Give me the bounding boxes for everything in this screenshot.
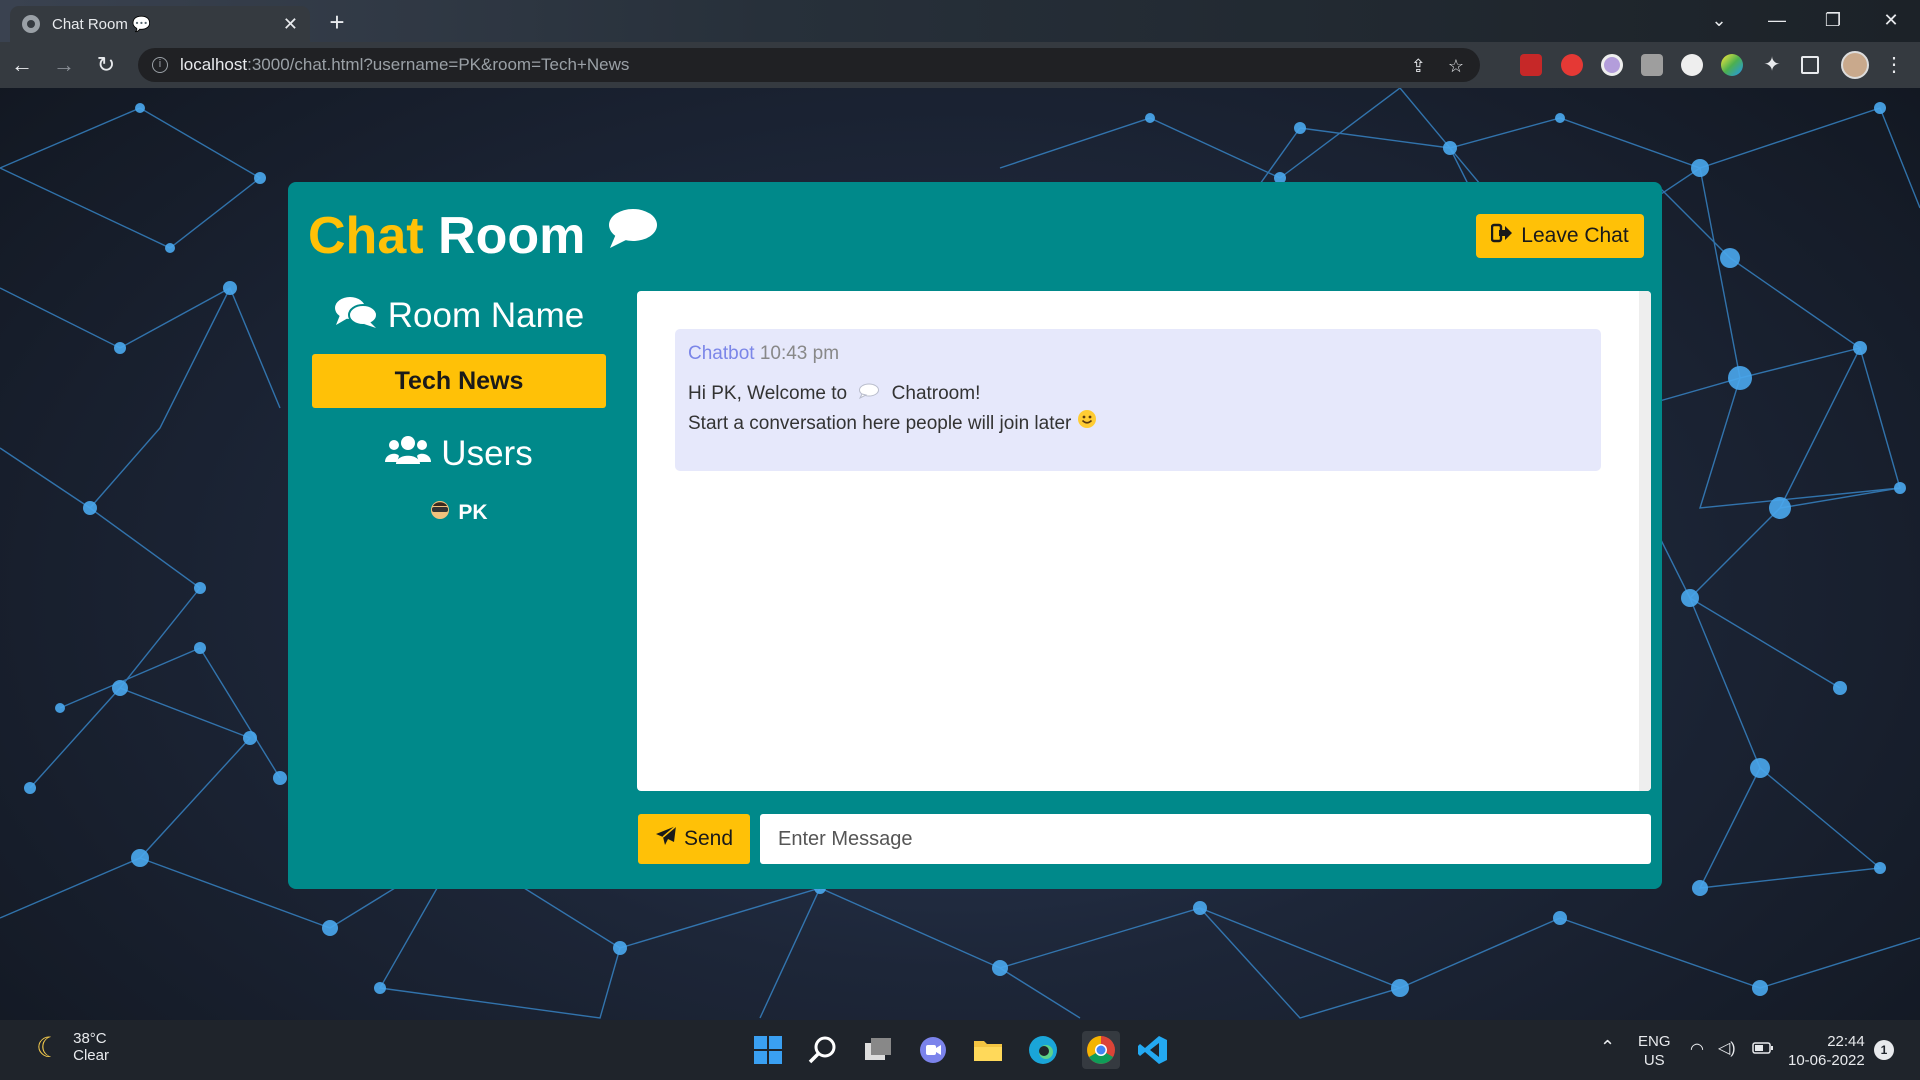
message-sender: Chatbot: [688, 343, 755, 364]
sign-out-icon: [1491, 223, 1513, 249]
user-list-item: PK: [312, 500, 606, 526]
leave-chat-button[interactable]: Leave Chat: [1476, 214, 1644, 258]
app-title-word-1: Chat: [308, 207, 424, 265]
edge-browser-icon[interactable]: [1027, 1034, 1059, 1066]
url-host: localhost: [180, 55, 248, 74]
language-code: ENG: [1638, 1033, 1671, 1050]
tab-search-icon[interactable]: ⌄: [1690, 0, 1748, 42]
minimize-button[interactable]: —: [1748, 0, 1806, 42]
users-heading-label: Users: [441, 434, 533, 473]
side-panel-icon[interactable]: [1801, 56, 1819, 74]
speech-bubble-emoji-icon: [858, 379, 880, 409]
leave-chat-label: Leave Chat: [1521, 224, 1629, 247]
clock-date: 10-06-2022: [1788, 1052, 1865, 1069]
extension-icon[interactable]: [1520, 54, 1542, 76]
extension-icon[interactable]: [1561, 54, 1583, 76]
close-window-button[interactable]: ✕: [1862, 0, 1920, 42]
site-info-icon[interactable]: i: [152, 57, 168, 73]
teams-chat-icon[interactable]: [917, 1034, 949, 1066]
user-name: PK: [458, 501, 488, 524]
room-name-heading: Room Name: [312, 292, 606, 340]
new-tab-button[interactable]: +: [320, 8, 354, 38]
puzzle-extensions-icon[interactable]: ✦: [1761, 54, 1783, 76]
chevron-up-icon[interactable]: ⌃: [1600, 1038, 1615, 1057]
chat-form: Send: [638, 814, 1651, 864]
paper-plane-icon: [655, 825, 677, 853]
bookmark-star-icon[interactable]: ☆: [1448, 56, 1464, 77]
room-name-value: Tech News: [312, 354, 606, 408]
users-icon: [385, 434, 432, 475]
send-button[interactable]: Send: [638, 814, 750, 864]
message-meta: Chatbot 10:43 pm: [688, 343, 1588, 365]
chat-messages[interactable]: Chatbot 10:43 pm Hi PK, Welcome to Chatr…: [637, 291, 1651, 791]
task-view-icon[interactable]: [862, 1034, 894, 1066]
room-name-heading-label: Room Name: [387, 296, 585, 335]
globe-icon: [22, 15, 40, 33]
comments-icon: [334, 295, 378, 338]
chrome-browser-icon[interactable]: [1082, 1031, 1120, 1069]
restore-button[interactable]: ❐: [1804, 0, 1862, 42]
file-explorer-icon[interactable]: [972, 1034, 1004, 1066]
vscode-icon[interactable]: [1137, 1034, 1169, 1066]
message-line-1-start: Hi PK, Welcome to: [688, 383, 848, 405]
close-tab-icon[interactable]: ✕: [283, 14, 298, 35]
message-item: Chatbot 10:43 pm Hi PK, Welcome to Chatr…: [675, 329, 1601, 471]
back-button[interactable]: ←: [2, 45, 42, 85]
message-text: Hi PK, Welcome to Chatroom! Start a conv…: [688, 379, 1588, 439]
send-label: Send: [683, 827, 734, 850]
menu-kebab-icon[interactable]: ⋮: [1883, 54, 1905, 76]
users-heading: Users: [312, 430, 606, 478]
weather-widget[interactable]: ☾ 38°C Clear: [36, 1030, 109, 1064]
battery-icon[interactable]: [1752, 1041, 1774, 1060]
message-line-2: Start a conversation here people will jo…: [688, 413, 1072, 435]
app-title: Chat Room: [308, 206, 660, 269]
tab-title: Chat Room 💬: [52, 16, 151, 33]
browser-tab[interactable]: Chat Room 💬 ✕: [10, 6, 310, 42]
moon-icon: ☾: [36, 1031, 62, 1063]
user-avatar-icon: [430, 500, 450, 526]
extension-icon[interactable]: [1721, 54, 1743, 76]
message-line-1-end: Chatroom!: [891, 383, 981, 405]
address-bar[interactable]: i localhost :3000/chat.html?username=PK&…: [138, 48, 1480, 82]
extension-icon[interactable]: [1681, 54, 1703, 76]
message-time: 10:43 pm: [759, 343, 840, 364]
app-title-word-2: Room: [438, 207, 586, 265]
weather-condition: Clear: [73, 1047, 109, 1064]
windows-start-icon[interactable]: [752, 1034, 784, 1066]
windows-taskbar: ☾ 38°C Clear ⌃ ENG US ◠ ◁) 22:44 10-06-2…: [0, 1020, 1920, 1080]
smiley-emoji-icon: [1077, 409, 1097, 439]
share-icon[interactable]: ⇪: [1411, 56, 1426, 77]
clock[interactable]: 22:44 10-06-2022: [1788, 1032, 1865, 1070]
weather-temperature: 38°C: [73, 1030, 107, 1047]
messages-scrollbar[interactable]: [1639, 291, 1651, 791]
forward-button[interactable]: →: [44, 45, 84, 85]
reload-button[interactable]: ↻: [86, 45, 126, 85]
search-icon[interactable]: [807, 1034, 839, 1066]
url-path: :3000/chat.html?username=PK&room=Tech+Ne…: [247, 55, 630, 74]
language-region: US: [1643, 1052, 1665, 1069]
camera-extension-icon[interactable]: [1641, 54, 1663, 76]
message-input[interactable]: [760, 814, 1651, 864]
sidebar: Room Name Tech News Users PK: [312, 292, 606, 526]
speech-bubble-icon: [606, 203, 660, 263]
profile-avatar[interactable]: [1841, 51, 1869, 79]
extension-icon[interactable]: [1601, 54, 1623, 76]
notification-badge[interactable]: 1: [1874, 1040, 1894, 1060]
clock-time: 22:44: [1827, 1033, 1865, 1050]
speaker-icon[interactable]: ◁): [1718, 1039, 1736, 1058]
browser-tab-strip: Chat Room 💬 ✕ + ⌄ — ❐ ✕: [0, 0, 1920, 42]
wifi-icon[interactable]: ◠: [1690, 1040, 1704, 1059]
chat-container: Chat Room Leave Chat Room Name Tech News…: [288, 182, 1662, 889]
language-indicator[interactable]: ENG US: [1638, 1032, 1671, 1070]
